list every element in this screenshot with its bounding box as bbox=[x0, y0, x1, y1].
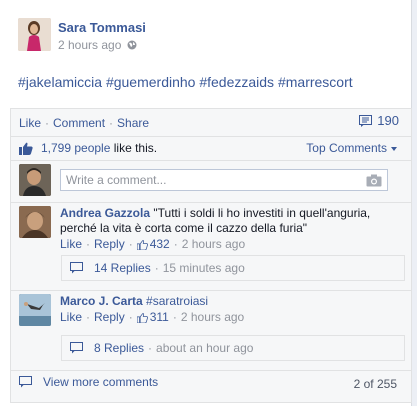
thumbs-up-icon bbox=[136, 312, 148, 323]
top-comments-dropdown[interactable]: Top Comments bbox=[306, 141, 397, 155]
thumbs-up-icon bbox=[19, 142, 33, 155]
hashtag-link[interactable]: #guemerdinho bbox=[106, 74, 196, 90]
replies-count-link[interactable]: 8 Replies bbox=[94, 341, 144, 355]
commenter-name[interactable]: Marco J. Carta bbox=[60, 294, 143, 308]
replies-toggle[interactable]: 8 Replies · about an hour ago bbox=[61, 335, 405, 361]
hashtag-link[interactable]: #marrescort bbox=[278, 74, 353, 90]
comment-likes[interactable]: 432 bbox=[136, 237, 170, 252]
comment-hashtag[interactable]: #saratroiasi bbox=[146, 294, 208, 308]
like-link[interactable]: Like bbox=[19, 116, 41, 130]
author-avatar[interactable] bbox=[18, 18, 51, 51]
divider bbox=[11, 290, 411, 291]
commenter-name[interactable]: Andrea Gazzola bbox=[60, 206, 150, 220]
comment-likes-count[interactable]: 432 bbox=[150, 237, 170, 252]
reply-arrow-icon bbox=[70, 342, 83, 354]
replies-timestamp: about an hour ago bbox=[156, 341, 254, 355]
view-more-comments[interactable]: View more comments bbox=[19, 375, 158, 389]
action-bar: Like · Comment · Share bbox=[19, 116, 150, 130]
comment-timestamp[interactable]: 2 hours ago bbox=[181, 310, 244, 325]
comment-likes[interactable]: 311 bbox=[136, 310, 169, 325]
comment-likes-count[interactable]: 311 bbox=[150, 310, 169, 325]
comment-bubble-icon bbox=[359, 114, 373, 127]
comment-input-placeholder: Write a comment... bbox=[66, 173, 167, 187]
chevron-down-icon bbox=[391, 146, 397, 151]
comment-bubble-icon bbox=[19, 376, 32, 388]
post-author-name[interactable]: Sara Tommasi bbox=[58, 20, 146, 36]
comment-timestamp[interactable]: 2 hours ago bbox=[182, 237, 245, 252]
camera-icon[interactable] bbox=[366, 174, 382, 187]
comment-item: Marco J. Carta #saratroiasi Like · Reply… bbox=[19, 294, 395, 326]
divider bbox=[11, 202, 411, 203]
post-text: #jakelamiccia #guemerdinho #fedezzaids #… bbox=[18, 73, 353, 91]
hashtag-link[interactable]: #jakelamiccia bbox=[18, 74, 102, 90]
comment-item: Andrea Gazzola "Tutti i soldi li ho inve… bbox=[19, 206, 395, 252]
comment-reply-link[interactable]: Reply bbox=[94, 237, 125, 252]
replies-count-link[interactable]: 14 Replies bbox=[94, 261, 151, 275]
comment-reply-link[interactable]: Reply bbox=[94, 310, 125, 325]
commenter-avatar[interactable] bbox=[19, 294, 51, 326]
comment-actions: Like · Reply · 311 · 2 hours ago bbox=[60, 310, 245, 325]
post-header: Sara Tommasi 2 hours ago bbox=[18, 18, 146, 54]
likes-count-link[interactable]: 1,799 people bbox=[41, 141, 110, 155]
thumbs-up-icon bbox=[136, 239, 148, 250]
globe-icon[interactable] bbox=[127, 40, 137, 50]
comment-like-link[interactable]: Like bbox=[60, 237, 82, 252]
comment-composer: Write a comment... bbox=[19, 163, 388, 197]
comment-count[interactable]: 190 bbox=[359, 113, 399, 128]
replies-timestamp: 15 minutes ago bbox=[162, 261, 245, 275]
replies-toggle[interactable]: 14 Replies · 15 minutes ago bbox=[61, 255, 405, 281]
likes-suffix: like this. bbox=[113, 141, 158, 155]
hashtag-link[interactable]: #fedezzaids bbox=[199, 74, 274, 90]
likes-summary: 1,799 people like this. bbox=[19, 139, 157, 157]
reply-arrow-icon bbox=[70, 262, 83, 274]
view-more-link[interactable]: View more comments bbox=[43, 375, 158, 389]
comment-actions: Like · Reply · 432 · 2 hours ago bbox=[60, 237, 246, 252]
feedback-area: Like · Comment · Share 190 1,799 people … bbox=[10, 108, 412, 403]
comment-link[interactable]: Comment bbox=[53, 116, 105, 130]
comment-pager: 2 of 255 bbox=[353, 377, 397, 391]
comment-like-link[interactable]: Like bbox=[60, 310, 82, 325]
post-timestamp[interactable]: 2 hours ago bbox=[58, 36, 121, 54]
comment-count-value[interactable]: 190 bbox=[377, 113, 399, 128]
commenter-avatar[interactable] bbox=[19, 206, 51, 238]
share-link[interactable]: Share bbox=[117, 116, 149, 130]
divider bbox=[11, 370, 411, 371]
comment-input[interactable]: Write a comment... bbox=[60, 169, 388, 191]
divider bbox=[11, 160, 411, 161]
divider bbox=[11, 136, 411, 137]
viewer-avatar bbox=[19, 164, 51, 196]
top-comments-label: Top Comments bbox=[306, 141, 387, 155]
